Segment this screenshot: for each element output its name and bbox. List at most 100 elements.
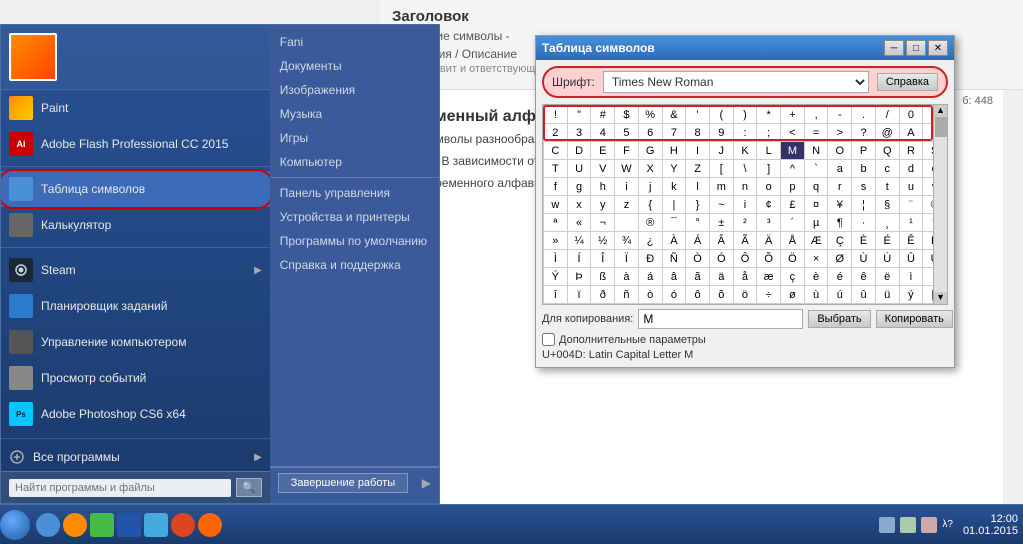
char-cell[interactable]: r (828, 178, 852, 196)
char-cell[interactable]: V (591, 160, 615, 178)
char-cell[interactable]: H (663, 142, 687, 160)
char-cell[interactable]: ¬ (591, 214, 615, 232)
char-cell[interactable]: ô (686, 286, 710, 304)
menu-item-calc[interactable]: Калькулятор (1, 207, 270, 243)
char-cell[interactable]: C (544, 142, 568, 160)
char-cell[interactable]: ò (639, 286, 663, 304)
char-cell[interactable]: ¶ (828, 214, 852, 232)
char-cell[interactable]: f (544, 178, 568, 196)
char-cell[interactable]: ® (639, 214, 663, 232)
char-cell[interactable]: å (734, 268, 758, 286)
char-cell[interactable]: µ (805, 214, 829, 232)
char-cell[interactable]: 2 (544, 124, 568, 142)
char-cell[interactable]: â (663, 268, 687, 286)
dialog-minimize-button[interactable]: ─ (884, 40, 904, 56)
menu-item-steam[interactable]: Steam ▶ (1, 252, 270, 288)
char-cell[interactable]: Ä (757, 232, 781, 250)
char-cell[interactable]: n (734, 178, 758, 196)
char-cell[interactable]: P (852, 142, 876, 160)
char-cell[interactable]: ¸ (876, 214, 900, 232)
char-cell[interactable]: 0 (900, 106, 924, 124)
char-cell[interactable]: { (639, 196, 663, 214)
char-cell[interactable]: 5 (615, 124, 639, 142)
char-cell[interactable]: Ù (852, 250, 876, 268)
char-cell[interactable]: Ñ (663, 250, 687, 268)
right-item-control-panel[interactable]: Панель управления (270, 181, 439, 205)
tray-icon-2[interactable] (900, 517, 916, 533)
grid-scrollbar[interactable]: ▲ ▼ (933, 105, 947, 304)
char-cell[interactable]: G (639, 142, 663, 160)
menu-item-scheduler[interactable]: Планировщик заданий (1, 288, 270, 324)
shutdown-arrow-icon[interactable]: ▶ (422, 476, 431, 490)
char-cell[interactable]: ó (663, 286, 687, 304)
char-cell[interactable]: Á (686, 232, 710, 250)
copy-button[interactable]: Копировать (876, 310, 953, 328)
char-cell[interactable]: ­ (615, 214, 639, 232)
char-cell[interactable]: l (686, 178, 710, 196)
char-cell[interactable]: Ö (781, 250, 805, 268)
char-cell[interactable]: < (781, 124, 805, 142)
char-cell[interactable]: Y (663, 160, 687, 178)
char-cell[interactable]: K (734, 142, 758, 160)
char-cell[interactable]: . (852, 106, 876, 124)
char-cell[interactable]: ¯ (663, 214, 687, 232)
char-cell[interactable]: ] (757, 160, 781, 178)
right-item-computer[interactable]: Компьютер (270, 150, 439, 174)
char-cell[interactable]: ^ (781, 160, 805, 178)
char-cell[interactable]: + (781, 106, 805, 124)
char-cell[interactable]: ¥ (828, 196, 852, 214)
char-cell[interactable]: Z (686, 160, 710, 178)
tray-item-lambda[interactable]: λ? (942, 519, 953, 530)
char-cell[interactable]: » (544, 232, 568, 250)
char-cell[interactable]: ö (734, 286, 758, 304)
char-cell[interactable]: ñ (615, 286, 639, 304)
char-cell[interactable]: Ø (828, 250, 852, 268)
dialog-close-button[interactable]: ✕ (928, 40, 948, 56)
char-cell[interactable]: A (900, 124, 924, 142)
char-cell[interactable]: ? (852, 124, 876, 142)
char-cell[interactable]: w (544, 196, 568, 214)
char-cell[interactable]: E (591, 142, 615, 160)
char-cell[interactable]: m (710, 178, 734, 196)
char-cell[interactable]: Â (710, 232, 734, 250)
char-cell[interactable]: & (663, 106, 687, 124)
char-cell[interactable]: ã (686, 268, 710, 286)
right-item-documents[interactable]: Документы (270, 54, 439, 78)
taskbar-play-icon[interactable] (144, 513, 168, 537)
char-cell[interactable]: , (805, 106, 829, 124)
char-cell[interactable]: ¹ (900, 214, 924, 232)
char-cell[interactable]: ø (781, 286, 805, 304)
char-cell[interactable]: ¤ (805, 196, 829, 214)
char-cell[interactable]: > (828, 124, 852, 142)
char-cell[interactable]: á (639, 268, 663, 286)
char-cell[interactable]: õ (710, 286, 734, 304)
char-cell[interactable]: Ê (900, 232, 924, 250)
char-cell[interactable]: g (568, 178, 592, 196)
scrollbar-thumb[interactable] (935, 117, 947, 137)
right-item-default-programs[interactable]: Программы по умолчанию (270, 229, 439, 253)
char-cell[interactable]: j (639, 178, 663, 196)
char-cell[interactable]: · (852, 214, 876, 232)
char-cell[interactable]: ¢ (757, 196, 781, 214)
taskbar-files-icon[interactable] (90, 513, 114, 537)
char-cell[interactable]: ú (828, 286, 852, 304)
char-cell[interactable]: Å (781, 232, 805, 250)
char-cell[interactable]: û (852, 286, 876, 304)
char-cell[interactable]: [ (710, 160, 734, 178)
char-cell[interactable]: 6 (639, 124, 663, 142)
char-cell[interactable]: é (828, 268, 852, 286)
select-button[interactable]: Выбрать (808, 310, 870, 328)
char-cell[interactable]: § (876, 196, 900, 214)
char-cell[interactable]: Õ (757, 250, 781, 268)
char-cell[interactable]: ç (781, 268, 805, 286)
char-cell[interactable]: N (805, 142, 829, 160)
char-cell[interactable]: W (615, 160, 639, 178)
char-cell[interactable]: 7 (663, 124, 687, 142)
help-button[interactable]: Справка (877, 73, 938, 91)
char-cell[interactable]: ¨ (900, 196, 924, 214)
char-cell[interactable]: À (663, 232, 687, 250)
char-cell[interactable]: Q (876, 142, 900, 160)
char-cell[interactable]: ¦ (852, 196, 876, 214)
char-cell[interactable]: " (568, 106, 592, 124)
menu-item-photoshop[interactable]: Ps Adobe Photoshop CS6 x64 (1, 396, 270, 432)
